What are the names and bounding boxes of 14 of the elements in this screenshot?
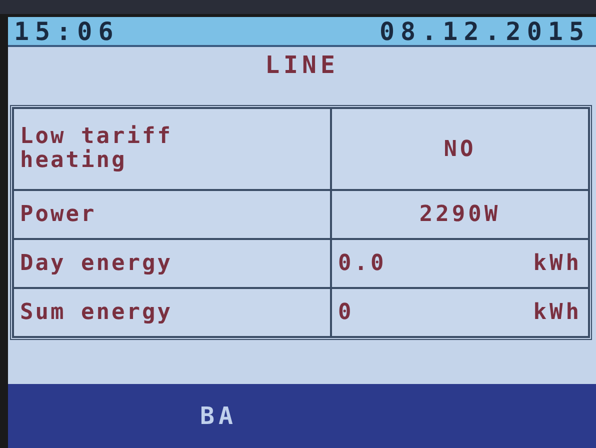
value-text: 0	[338, 300, 354, 325]
date: 08.12.2015	[379, 16, 590, 46]
row-label: Power	[20, 202, 96, 226]
value-text: 2290W	[419, 202, 501, 227]
unit-text: kWh	[533, 251, 582, 276]
clock-time: 15:06	[14, 16, 120, 46]
row-label: Sum energy	[20, 300, 172, 324]
value-text: NO	[444, 136, 476, 162]
unit-text: kWh	[533, 300, 582, 325]
row-label: Low tariff heating	[20, 125, 174, 173]
screen-title: LINE	[265, 51, 339, 79]
value-text: 0.0	[338, 251, 387, 276]
back-button[interactable]: BA	[200, 402, 237, 430]
row-label: Day energy	[20, 252, 172, 276]
